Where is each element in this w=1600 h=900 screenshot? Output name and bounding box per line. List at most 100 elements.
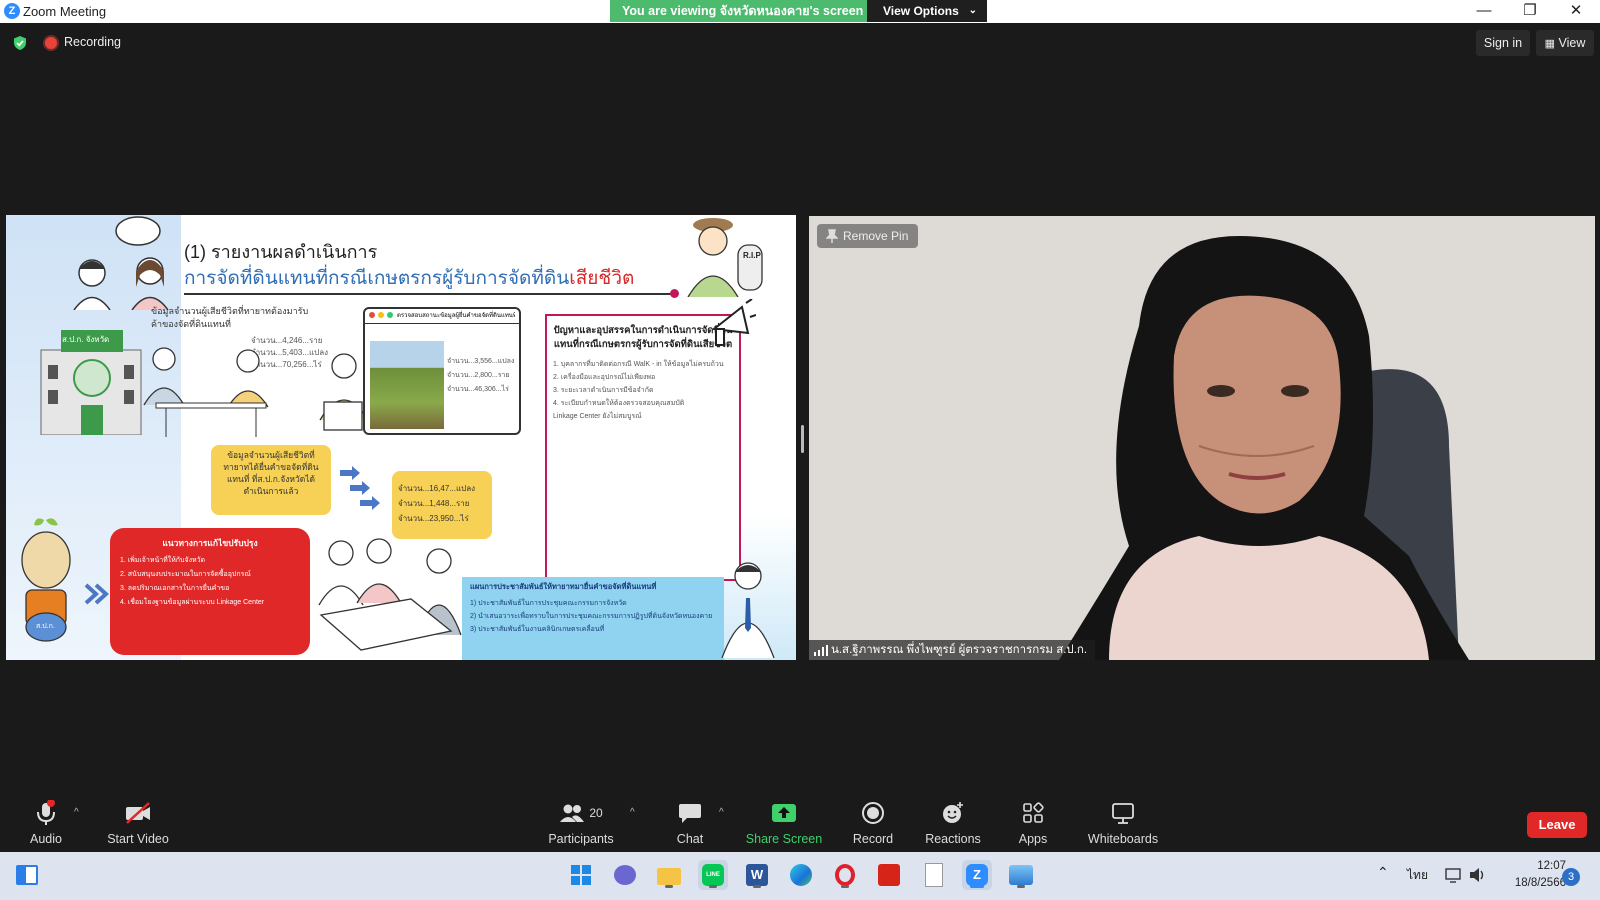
chat-label: Chat xyxy=(676,832,704,846)
share-screen-button[interactable]: Share Screen xyxy=(744,800,824,846)
improvement-plan-line: 4. เชื่อมโยงฐานข้อมูลผ่านระบบ Linkage Ce… xyxy=(120,599,265,606)
pr-plan-line: 3) ประชาสัมพันธ์ในงานคลินิกเกษตรเคลื่อนท… xyxy=(470,626,605,633)
yellow-info-box-1: ข้อมูลจำนวนผู้เสียชีวิตที่ทายาทได้ยื่นคำ… xyxy=(211,445,331,515)
yellow-box-2-line: จำนวน...16,47...แปลง xyxy=(398,484,476,493)
problems-line: 2. เครื่องมือและอุปกรณ์ไม่เพียงพอ xyxy=(553,374,656,381)
pin-icon xyxy=(826,229,838,243)
meeting-table-illustration xyxy=(318,538,462,651)
browser-window-title: ตรวจสอบสถานะข้อมูลผู้ยื่นคำขอจัดที่ดินแท… xyxy=(397,313,515,319)
yellow-box-2-line: จำนวน...1,448...ราย xyxy=(398,499,470,508)
audio-options-caret-icon[interactable]: ^ xyxy=(74,807,79,818)
pr-plan-box: แผนการประชาสัมพันธ์ให้ทายาทมายื่นคำขอจัด… xyxy=(462,577,724,660)
signal-bars-icon xyxy=(814,645,828,656)
opera-browser-icon[interactable] xyxy=(830,860,860,890)
improvement-plan-line: 3. ลดปริมาณเอกสารในการยื่นคำขอ xyxy=(120,585,230,592)
window-title: Zoom Meeting xyxy=(23,4,107,19)
remove-pin-label: Remove Pin xyxy=(843,229,909,243)
recording-dot-icon xyxy=(45,37,57,49)
clock-date: 18/8/2566 xyxy=(1514,877,1566,889)
input-language[interactable]: ไทย xyxy=(1407,866,1428,885)
clock-time: 12:07 xyxy=(1537,860,1566,872)
acrobat-reader-icon[interactable] xyxy=(874,860,904,890)
improvement-plan-title: แนวทางการแก้ไขปรับปรุง xyxy=(162,538,258,548)
participants-options-caret-icon[interactable]: ^ xyxy=(630,807,635,818)
whiteboard-icon xyxy=(1112,803,1134,824)
leave-button[interactable]: Leave xyxy=(1527,812,1587,838)
pr-plan-line: 1) ประชาสัมพันธ์ในการประชุมคณะกรรมการจัง… xyxy=(470,600,627,607)
tray-overflow-chevron-icon[interactable]: ⌃ xyxy=(1377,864,1389,881)
rice-field-photo xyxy=(370,341,444,429)
office-sign: ส.ป.ก. จังหวัด xyxy=(62,335,110,344)
window-title-bar: Z Zoom Meeting You are viewing จังหวัดหน… xyxy=(0,0,1600,23)
system-clock[interactable]: 12:07 18/8/2566 xyxy=(1502,858,1566,892)
record-button[interactable]: Record xyxy=(833,800,913,846)
zoom-app-icon[interactable]: Z xyxy=(962,860,992,890)
word-icon[interactable]: W xyxy=(742,860,772,890)
improvement-plan-box: แนวทางการแก้ไขปรับปรุง 1. เพิ่มเจ้าหน้าท… xyxy=(110,528,310,655)
view-options-label: View Options xyxy=(883,4,959,18)
participant-name-tag: น.ส.ฐิภาพรรณ พึ่งไพฑูรย์ ผู้ตรวจราชการกร… xyxy=(809,640,1096,660)
problems-line: 3. ระยะเวลาดำเนินการมีข้อจำกัด xyxy=(553,387,654,394)
subtitle-underline xyxy=(184,293,674,295)
widgets-icon[interactable] xyxy=(12,860,42,890)
chat-button[interactable]: Chat xyxy=(650,800,730,846)
participants-label: Participants xyxy=(548,832,614,846)
notepad-icon[interactable] xyxy=(918,860,948,890)
microphone-icon xyxy=(37,800,55,825)
reactions-button[interactable]: Reactions xyxy=(913,800,993,846)
restore-button[interactable]: ❐ xyxy=(1507,0,1553,23)
chat-options-caret-icon[interactable]: ^ xyxy=(719,807,724,818)
file-explorer-icon[interactable] xyxy=(654,860,684,890)
yellow-box-2-line: จำนวน...23,950...ไร่ xyxy=(398,514,469,523)
problems-line: Linkage Center ยังไม่สมบูรณ์ xyxy=(553,413,642,420)
minimize-button[interactable]: — xyxy=(1461,0,1507,23)
yellow-info-box-2: จำนวน...16,47...แปลง จำนวน...1,448...ราย… xyxy=(392,471,492,539)
thinking-people-illustration xyxy=(73,216,169,310)
shared-screen[interactable]: ส.ป.ก. จังหวัด (1) รายงานผลดำเนินการ การ… xyxy=(6,215,796,660)
line-app-icon[interactable]: LINE xyxy=(698,860,728,890)
problems-line: 4. ระเบียบกำหนดให้ต้องตรวจสอบคุณสมบัติ xyxy=(553,400,685,407)
problems-box: ปัญหาและอุปสรรคในการดำเนินการจัดที่ดินแท… xyxy=(545,314,741,581)
view-options-button[interactable]: View Options ⌄ xyxy=(867,0,987,22)
close-button[interactable]: ✕ xyxy=(1553,0,1599,23)
volume-icon[interactable] xyxy=(1469,867,1487,883)
blue-arrows-icon xyxy=(340,466,380,510)
viewing-screen-banner: You are viewing จังหวัดหนองคาย's screen xyxy=(610,0,876,22)
whiteboards-button[interactable]: Whiteboards xyxy=(1083,800,1163,846)
chat-bubble-icon xyxy=(679,804,701,823)
chevron-right-icon xyxy=(84,583,109,605)
browser-window-titlebar: ตรวจสอบสถานะข้อมูลผู้ยื่นคำขอจัดที่ดินแท… xyxy=(365,309,519,324)
participant-name: น.ส.ฐิภาพรรณ พึ่งไพฑูรย์ ผู้ตรวจราชการกร… xyxy=(831,644,1088,656)
participants-count: 20 xyxy=(589,806,603,820)
network-icon[interactable] xyxy=(1445,867,1463,883)
photos-app-icon[interactable] xyxy=(1006,860,1036,890)
grid-view-icon: ▦ xyxy=(1544,38,1556,50)
panel-resize-handle[interactable] xyxy=(801,425,804,453)
window-info-line: จำนวน...46,306...ไร่ xyxy=(447,386,509,393)
window-info-line: จำนวน...2,800...ราย xyxy=(447,372,510,379)
window-info-line: จำนวน...3,556...แปลง xyxy=(447,358,515,365)
mascot-label: ส.ป.ก. xyxy=(36,623,55,630)
participants-button[interactable]: 20 Participants xyxy=(541,800,621,846)
apps-label: Apps xyxy=(1018,832,1048,846)
problems-line: 1. บุคลากรที่มาติดต่อกรณี WalK - in ให้ข… xyxy=(553,361,724,368)
view-button[interactable]: ▦ View xyxy=(1536,30,1594,56)
participants-icon xyxy=(560,804,585,822)
remove-pin-button[interactable]: Remove Pin xyxy=(817,224,919,248)
record-label: Record xyxy=(852,832,894,846)
encryption-shield-icon[interactable] xyxy=(12,35,28,51)
chevron-down-icon: ⌄ xyxy=(968,5,977,16)
edge-browser-icon[interactable] xyxy=(786,860,816,890)
pr-plan-line: 2) นำเสนอวาระเพื่อทราบในการประชุมคณะกรรม… xyxy=(470,613,713,620)
apps-button[interactable]: Apps xyxy=(993,800,1073,846)
sign-in-button[interactable]: Sign in xyxy=(1476,30,1530,56)
record-icon xyxy=(862,802,884,824)
video-off-icon xyxy=(126,802,150,824)
teams-chat-icon[interactable] xyxy=(610,860,640,890)
notification-count-badge[interactable]: 3 xyxy=(1562,868,1580,886)
rip-label: R.I.P xyxy=(743,251,761,260)
start-menu-icon[interactable] xyxy=(566,860,596,890)
speaker-video[interactable]: Remove Pin น.ส.ฐิภาพรรณ พึ่งไพฑูรย์ ผู้ต… xyxy=(809,216,1595,660)
whiteboards-label: Whiteboards xyxy=(1087,832,1159,846)
start-video-button[interactable]: Start Video xyxy=(98,800,178,846)
